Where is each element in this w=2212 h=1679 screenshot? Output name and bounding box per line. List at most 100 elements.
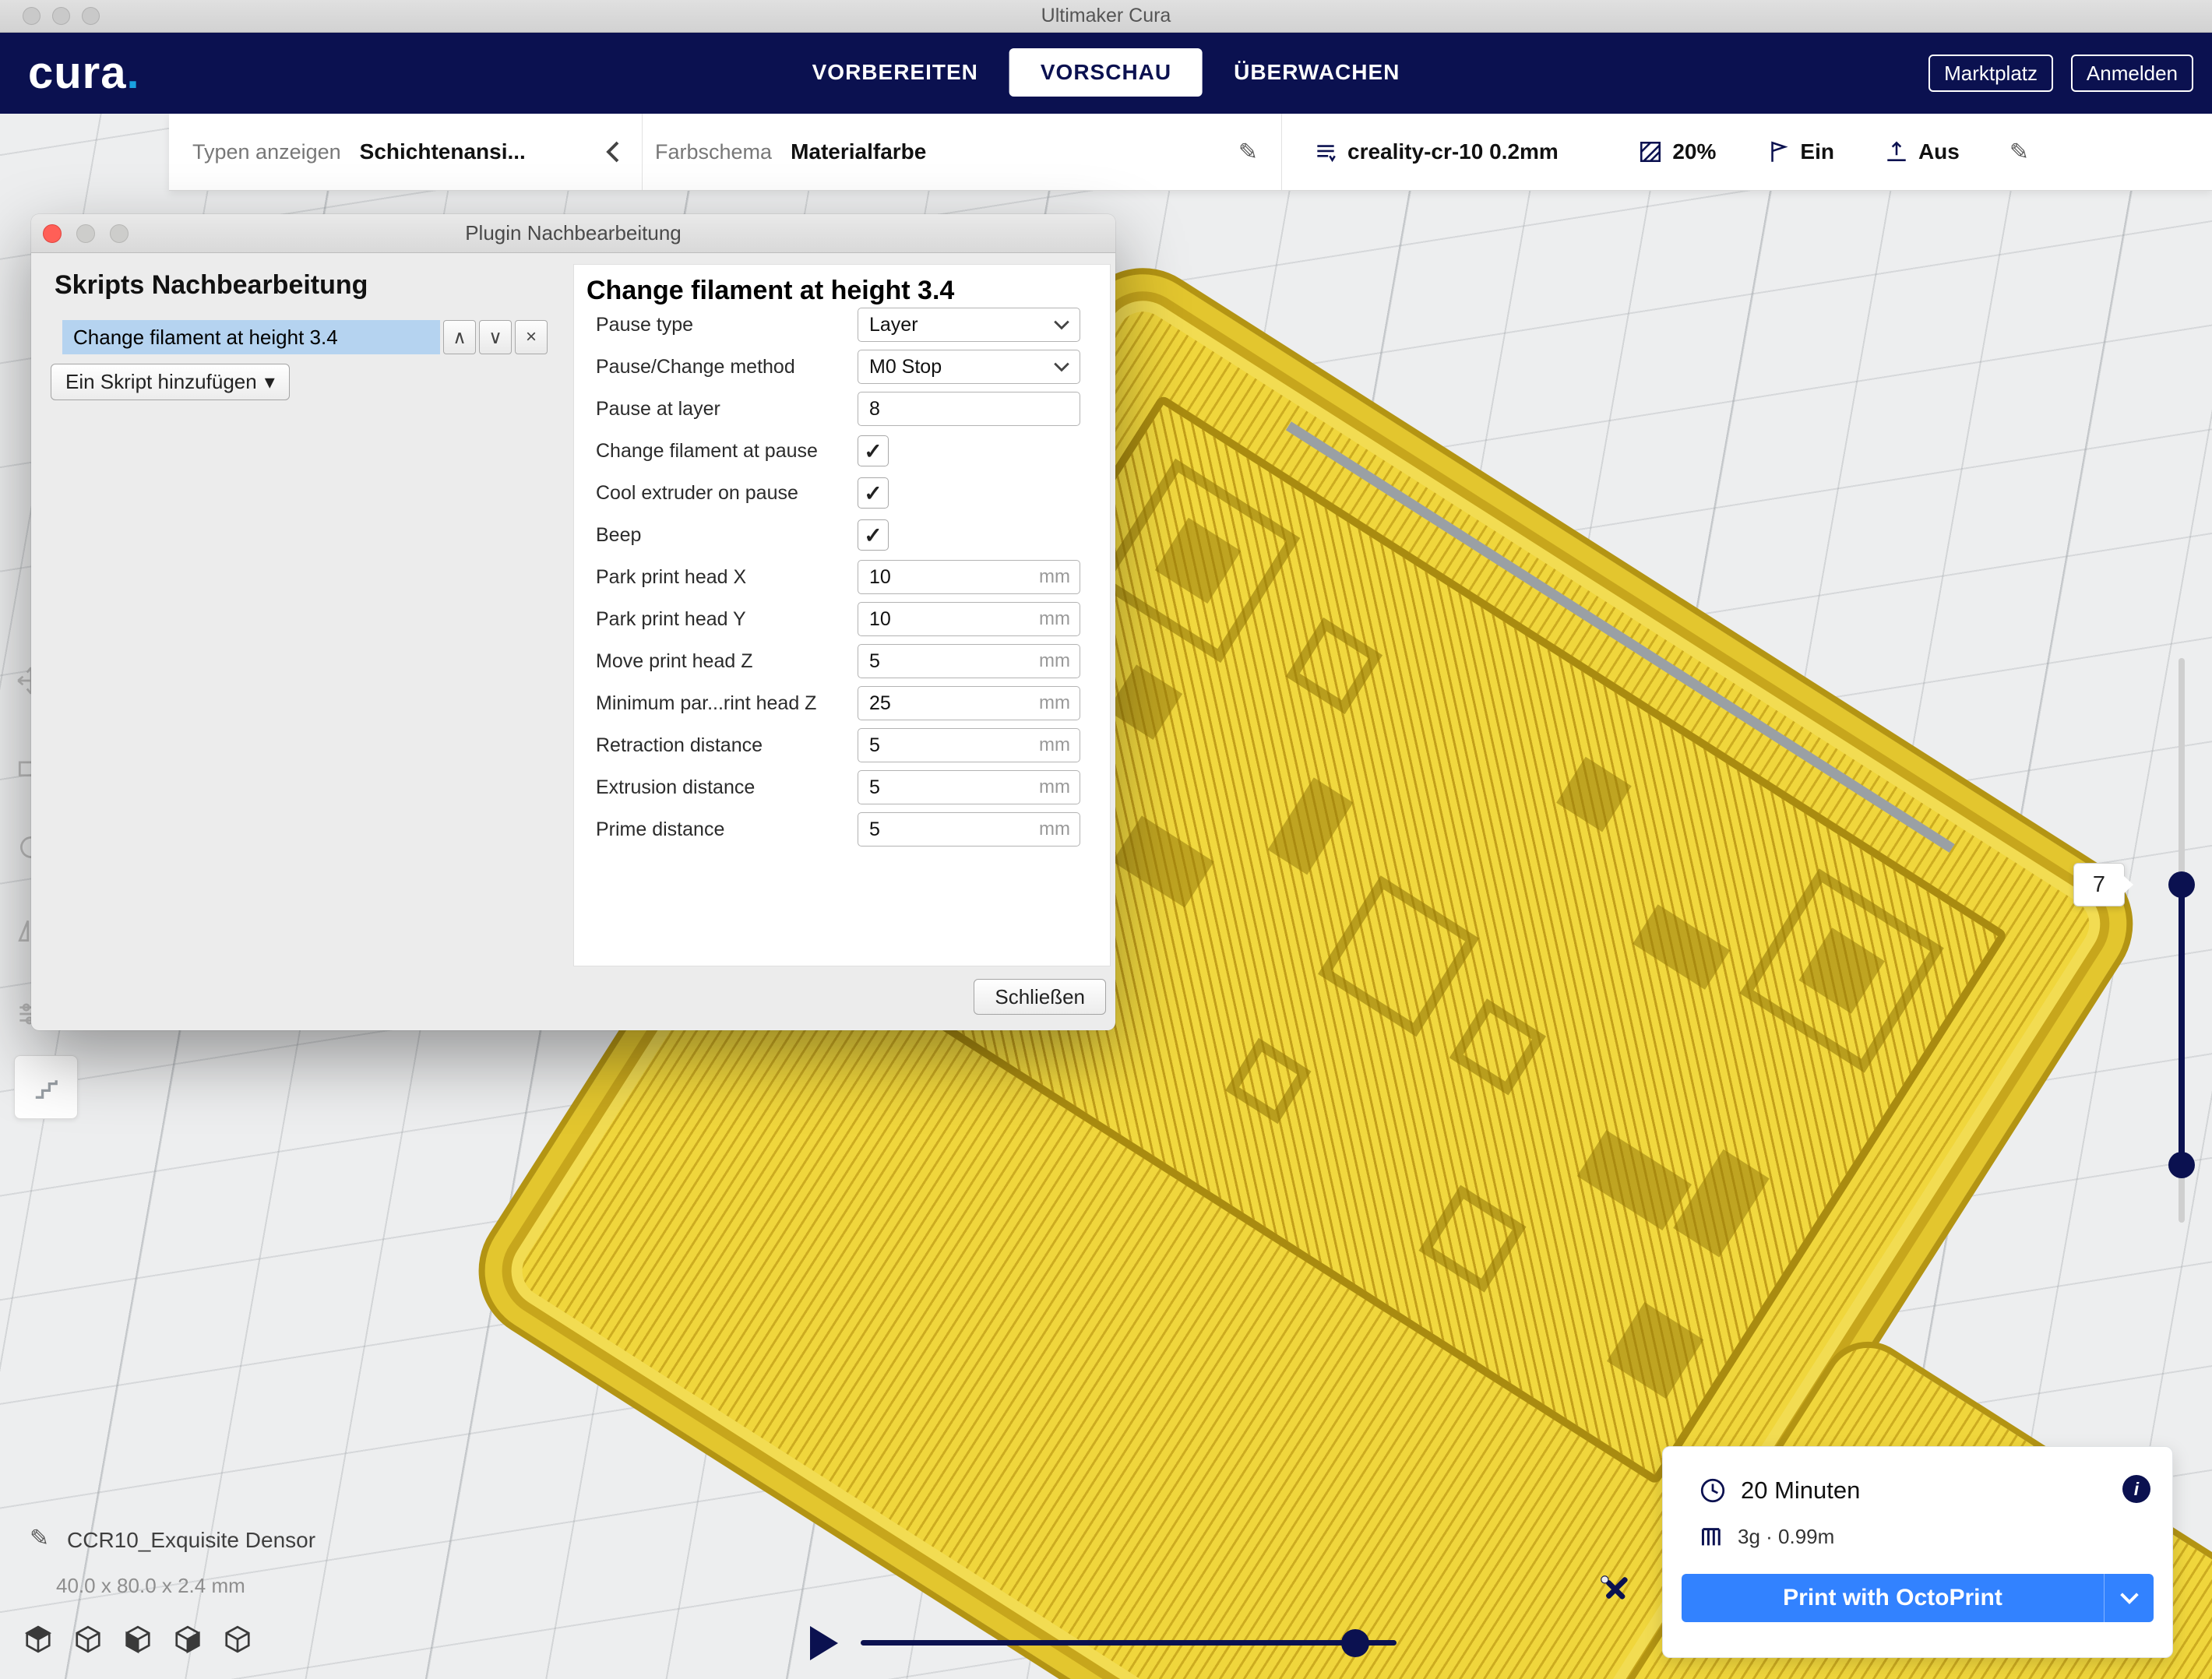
layer-indicator: 7 [2073,863,2125,906]
print-options-dropdown[interactable] [2104,1574,2154,1622]
view-type-value[interactable]: Schichtenansi... [360,139,526,164]
play-button[interactable] [810,1626,838,1660]
qr-module [1318,875,1479,1037]
layer-slider-upper-handle[interactable] [2168,871,2195,898]
window-title: Ultimaker Cura [1041,5,1171,27]
view-right-button[interactable] [223,1624,252,1654]
check-icon: ✓ [864,523,882,548]
simulation-slider-track[interactable] [861,1640,1397,1646]
qr-module [1607,1302,1703,1399]
simulation-slider-handle[interactable] [1341,1629,1369,1657]
infill-icon [1638,139,1663,164]
edit-print-settings-icon[interactable]: ✎ [2009,139,2029,166]
input-value: 10 [869,566,891,589]
min-park-z-input[interactable]: 25 mm [858,686,1080,720]
view-left-button[interactable] [173,1624,203,1654]
collapse-left-icon[interactable] [604,140,622,164]
unit-label: mm [1039,776,1070,798]
setting-label: Minimum par...rint head Z [596,692,858,715]
park-x-input[interactable]: 10 mm [858,560,1080,594]
dialog-zoom-button[interactable] [110,224,129,243]
camera-view-buttons [23,1624,252,1654]
setting-row: Pause at layer 8 [574,388,1110,430]
qr-module [1268,777,1354,875]
rename-model-icon[interactable]: ✎ [30,1525,49,1552]
settings-rows: Pause type Layer Pause/Change method M0 … [574,304,1110,850]
account-button[interactable]: Anmelden [2071,55,2193,92]
add-script-button[interactable]: Ein Skript hinzufügen ▾ [51,364,290,400]
setting-label: Pause at layer [596,398,858,421]
edit-colors-icon[interactable]: ✎ [1238,139,1258,166]
dialog-minimize-button[interactable] [76,224,95,243]
stairs-icon [29,1070,63,1104]
info-icon[interactable]: i [2122,1475,2150,1503]
infill-group[interactable]: 20% [1638,139,1716,164]
unit-label: mm [1039,566,1070,588]
qr-module [1225,1038,1311,1124]
scripts-heading: Skripts Nachbearbeitung [55,270,368,301]
color-scheme-value[interactable]: Materialfarbe [791,139,926,164]
layer-legend-button[interactable] [14,1055,78,1119]
color-scheme-label: Farbschema [655,140,772,164]
extrusion-distance-input[interactable]: 5 mm [858,770,1080,804]
tab-ueberwachen[interactable]: ÜBERWACHEN [1203,48,1431,97]
cool-extruder-checkbox[interactable]: ✓ [858,477,889,509]
select-value: Layer [869,314,918,336]
setting-row: Park print head Y 10 mm [574,598,1110,640]
setting-row: Retraction distance 5 mm [574,724,1110,766]
change-filament-checkbox[interactable]: ✓ [858,435,889,466]
pause-method-select[interactable]: M0 Stop [858,350,1080,384]
tab-vorschau[interactable]: VORSCHAU [1009,48,1203,97]
unit-label: mm [1039,818,1070,840]
pause-type-select[interactable]: Layer [858,308,1080,342]
setting-label: Move print head Z [596,650,858,673]
input-value: 25 [869,692,891,715]
adjust-tools-icon[interactable] [1597,1572,1633,1611]
setting-label: Pause type [596,314,858,336]
input-value: 5 [869,734,880,757]
add-script-label: Ein Skript hinzufügen [65,370,257,394]
retraction-distance-input[interactable]: 5 mm [858,728,1080,762]
layer-slider-lower-handle[interactable] [2168,1152,2195,1178]
close-window-button[interactable] [23,7,41,25]
close-dialog-button[interactable]: Schließen [974,979,1106,1015]
adhesion-group[interactable]: Aus [1884,139,1960,164]
setting-row: Prime distance 5 mm [574,808,1110,850]
view-front-button[interactable] [73,1624,103,1654]
unit-label: mm [1039,608,1070,630]
setting-label: Beep [596,524,858,547]
adhesion-value: Aus [1918,139,1960,164]
print-button[interactable]: Print with OctoPrint [1682,1574,2154,1622]
zoom-window-button[interactable] [82,7,100,25]
prime-distance-input[interactable]: 5 mm [858,812,1080,847]
minimize-window-button[interactable] [52,7,70,25]
script-settings-heading: Change filament at height 3.4 [586,276,954,306]
printer-profile-value[interactable]: creality-cr-10 0.2mm [1347,139,1559,164]
pause-at-layer-input[interactable]: 8 [858,392,1080,426]
selected-script-item[interactable]: Change filament at height 3.4 [62,320,440,354]
infill-value: 20% [1672,139,1716,164]
move-z-input[interactable]: 5 mm [858,644,1080,678]
dialog-close-button[interactable] [43,224,62,243]
view-3d-button[interactable] [23,1624,53,1654]
tab-vorbereiten[interactable]: VORBEREITEN [781,48,1009,97]
material-row: 3g · 0.99m [1700,1525,1834,1549]
beep-checkbox[interactable]: ✓ [858,519,889,551]
support-icon [1766,139,1791,164]
qr-module [1112,815,1213,907]
script-list-row: Change filament at height 3.4 ∧ ∨ × [62,320,548,354]
view-top-button[interactable] [123,1624,153,1654]
dialog-titlebar[interactable]: Plugin Nachbearbeitung [31,214,1115,253]
park-y-input[interactable]: 10 mm [858,602,1080,636]
qr-module [1556,757,1632,832]
support-group[interactable]: Ein [1766,139,1834,164]
setting-label: Pause/Change method [596,356,858,378]
setting-label: Retraction distance [596,734,858,757]
marketplace-button[interactable]: Marktplatz [1928,55,2053,92]
move-script-down-button[interactable]: ∨ [479,320,512,354]
move-script-up-button[interactable]: ∧ [443,320,476,354]
color-scheme-section: Farbschema Materialfarbe ✎ [642,114,1281,190]
setting-row: Park print head X 10 mm [574,556,1110,598]
remove-script-button[interactable]: × [515,320,548,354]
qr-module [1633,904,1730,990]
